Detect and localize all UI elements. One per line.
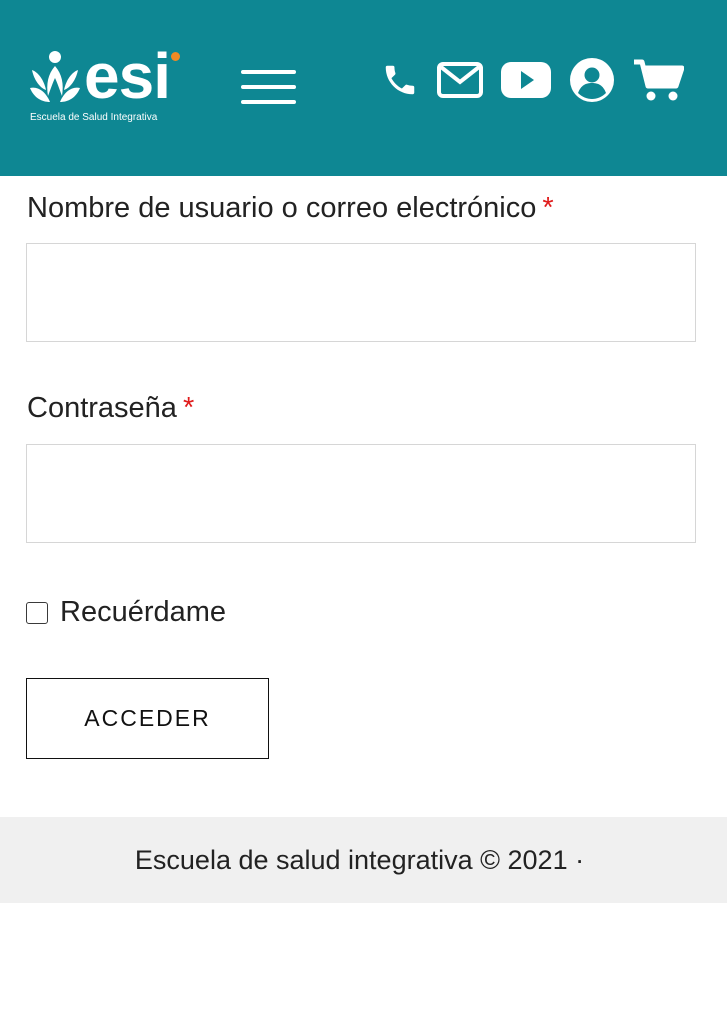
login-button[interactable]: ACCEDER <box>26 678 269 759</box>
required-mark: * <box>182 392 195 424</box>
password-label-text: Contraseña <box>27 392 177 424</box>
required-mark: * <box>542 192 554 224</box>
remember-label[interactable]: Recuérdame <box>60 596 226 629</box>
phone-icon[interactable] <box>380 58 420 102</box>
cart-icon[interactable] <box>632 58 684 102</box>
mail-icon[interactable] <box>436 58 484 102</box>
logo-accent-dot <box>171 52 180 61</box>
site-footer: Escuela de salud integrativa © 2021 · <box>0 817 727 903</box>
site-header: esi Escuela de Salud Integrativa <box>0 0 727 176</box>
youtube-icon[interactable] <box>501 58 551 102</box>
logo-mark-icon <box>30 51 80 102</box>
username-label-text: Nombre de usuario o correo electrónico <box>27 192 537 224</box>
username-label: Nombre de usuario o correo electrónico * <box>27 192 554 225</box>
logo-tagline: Escuela de Salud Integrativa <box>30 112 158 123</box>
site-logo[interactable]: esi Escuela de Salud Integrativa <box>28 40 188 130</box>
footer-copyright: Escuela de salud integrativa © 2021 · <box>134 844 585 875</box>
user-icon[interactable] <box>569 58 615 102</box>
password-label: Contraseña * <box>27 392 194 425</box>
menu-icon[interactable] <box>241 70 296 106</box>
username-input[interactable] <box>26 243 696 342</box>
password-input[interactable] <box>26 444 696 543</box>
remember-checkbox[interactable] <box>26 601 48 624</box>
logo-wordmark: esi <box>84 40 171 112</box>
remember-me[interactable]: Recuérdame <box>26 596 226 629</box>
